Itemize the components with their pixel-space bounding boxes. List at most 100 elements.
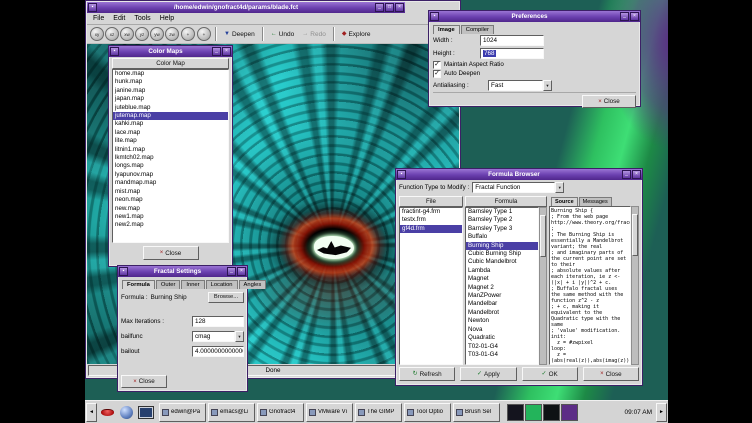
minimize-button[interactable]: _: [620, 12, 629, 21]
maximize-button[interactable]: □: [385, 3, 394, 12]
task-button[interactable]: edwin@Pa: [159, 403, 206, 422]
undo-button[interactable]: ← Undo: [268, 30, 298, 39]
source-tab[interactable]: Messages: [579, 197, 612, 206]
close-button[interactable]: ×: [395, 3, 404, 12]
formula-list-item[interactable]: Cubic Burning Ship: [466, 250, 538, 258]
colormap-item[interactable]: japan.map: [113, 95, 228, 103]
colormap-item[interactable]: neon.map: [113, 196, 228, 204]
formula-list-item[interactable]: Cubic Mandelbrot: [466, 258, 538, 266]
workspace-cell[interactable]: [525, 404, 542, 421]
file-list-item[interactable]: fractint-g4.frm: [400, 208, 462, 216]
colormap-item[interactable]: lite.map: [113, 137, 228, 145]
explore-button[interactable]: ◆ Explore: [339, 30, 374, 39]
menu-item[interactable]: Tools: [134, 15, 150, 22]
scrollbar-thumb[interactable]: [632, 214, 638, 256]
colormap-column-header[interactable]: Color Map: [112, 58, 229, 69]
source-code[interactable]: Burning Ship { ; From the web page http:…: [549, 206, 631, 365]
screen-launcher-icon[interactable]: [137, 404, 154, 421]
formula-list-item[interactable]: Barnsley Type 3: [466, 225, 538, 233]
menu-item[interactable]: Edit: [113, 15, 125, 22]
colormap-item[interactable]: new.map: [113, 205, 228, 213]
formula-list-scrollbar[interactable]: [539, 207, 547, 365]
colormap-list[interactable]: home.maphunk.mapjanine.mapjapan.mapjuteb…: [112, 69, 229, 243]
fractal-settings-tab[interactable]: Location: [206, 280, 238, 289]
angle-button[interactable]: yz: [135, 27, 149, 41]
browse-button[interactable]: Browse...: [208, 292, 244, 303]
checkbox[interactable]: ✓: [433, 70, 441, 78]
minimize-button[interactable]: _: [227, 267, 236, 276]
preferences-titlebar[interactable]: ▪ Preferences _ ×: [429, 11, 640, 22]
checkbox-row[interactable]: ✓ Maintain Aspect Ratio: [433, 60, 636, 69]
formula-list-item[interactable]: Quadratic: [466, 334, 538, 342]
checkbox[interactable]: ✓: [433, 61, 441, 69]
close-button[interactable]: ×: [630, 12, 639, 21]
colormap-item[interactable]: juteblue.map: [113, 104, 228, 112]
color-maps-close-button[interactable]: × Close: [143, 246, 199, 260]
angle-button[interactable]: xz: [105, 27, 119, 41]
colormap-item[interactable]: janine.map: [113, 87, 228, 95]
fractal-settings-close-button[interactable]: × Close: [121, 375, 167, 388]
lips-launcher-icon[interactable]: [99, 404, 116, 421]
width-input[interactable]: 1024: [480, 35, 544, 46]
preferences-tab[interactable]: Image: [433, 25, 460, 34]
colormap-item[interactable]: mandmap.map: [113, 179, 228, 187]
formula-column-header[interactable]: Formula: [465, 196, 547, 207]
angle-button[interactable]: yw: [150, 27, 164, 41]
colormap-item[interactable]: new2.map: [113, 221, 228, 229]
antialiasing-combo[interactable]: Fast ▼: [488, 80, 552, 91]
task-button[interactable]: Gnofract4: [257, 403, 304, 422]
source-tab[interactable]: Source: [551, 197, 578, 206]
pan-zw-button[interactable]: +: [197, 27, 211, 41]
formula-list-item[interactable]: T03-01-G4: [466, 351, 538, 359]
colormap-item[interactable]: kahki.map: [113, 120, 228, 128]
max-iterations-input[interactable]: 128: [192, 316, 244, 327]
colormap-item[interactable]: jutemap.map: [113, 112, 228, 120]
file-list-item[interactable]: testx.frm: [400, 216, 462, 224]
formula-list-item[interactable]: Barnsley Type 2: [466, 216, 538, 224]
colormap-item[interactable]: lkmtch02.map: [113, 154, 228, 162]
workspace-cell[interactable]: [561, 404, 578, 421]
formula-list-item[interactable]: Lambda: [466, 267, 538, 275]
fractal-settings-titlebar[interactable]: ▪ Fractal Settings _ ×: [118, 266, 247, 277]
task-button[interactable]: Brush Sel: [453, 403, 500, 422]
bailout-input[interactable]: 4.00000000000000: [192, 346, 244, 357]
window-menu-button[interactable]: ▪: [430, 12, 439, 21]
task-button[interactable]: VMware Vi: [306, 403, 353, 422]
formula-list-item[interactable]: Nova: [466, 326, 538, 334]
colormap-item[interactable]: new1.map: [113, 213, 228, 221]
chevron-down-icon[interactable]: ▼: [543, 80, 552, 91]
chevron-down-icon[interactable]: ▼: [555, 182, 564, 193]
apply-button[interactable]: ✓ Apply: [460, 367, 516, 381]
menu-item[interactable]: Help: [160, 15, 174, 22]
formula-list-item[interactable]: Magnet 2: [466, 284, 538, 292]
minimize-button[interactable]: _: [212, 47, 221, 56]
close-button[interactable]: ×: [632, 170, 641, 179]
formula-list-item[interactable]: Buffalo: [466, 233, 538, 241]
formula-list-item[interactable]: T02-01-G4: [466, 343, 538, 351]
task-button[interactable]: The GIMP: [355, 403, 402, 422]
formula-list[interactable]: Barnsley Type 1Barnsley Type 2Barnsley T…: [465, 207, 539, 365]
window-menu-button[interactable]: ▪: [110, 47, 119, 56]
refresh-button[interactable]: ↻ Refresh: [399, 367, 455, 381]
formula-list-item[interactable]: Mandelbar: [466, 300, 538, 308]
menu-item[interactable]: File: [93, 15, 104, 22]
formula-list-item[interactable]: Mandelbrot: [466, 309, 538, 317]
close-button[interactable]: ×: [237, 267, 246, 276]
preferences-close-button[interactable]: × Close: [582, 95, 636, 108]
formula-list-item[interactable]: ManZPower: [466, 292, 538, 300]
colormap-item[interactable]: lace.map: [113, 129, 228, 137]
workspace-cell[interactable]: [543, 404, 560, 421]
deepen-button[interactable]: ▼ Deepen: [221, 30, 258, 39]
panel-hide-left-button[interactable]: ◄: [86, 403, 97, 422]
angle-button[interactable]: xw: [120, 27, 134, 41]
minimize-button[interactable]: _: [622, 170, 631, 179]
task-button[interactable]: Tool Optio: [404, 403, 451, 422]
file-list[interactable]: fractint-g4.frmtestx.frmgf4d.frm: [399, 207, 463, 365]
colormap-item[interactable]: home.map: [113, 70, 228, 78]
source-scrollbar[interactable]: [631, 206, 639, 365]
formula-list-item[interactable]: Burning Ship: [466, 242, 538, 250]
color-maps-titlebar[interactable]: ▪ Color Maps _ ×: [109, 46, 232, 57]
workspace-cell[interactable]: [507, 404, 524, 421]
colormap-item[interactable]: longs.map: [113, 162, 228, 170]
preferences-tab[interactable]: Compiler: [461, 25, 494, 34]
